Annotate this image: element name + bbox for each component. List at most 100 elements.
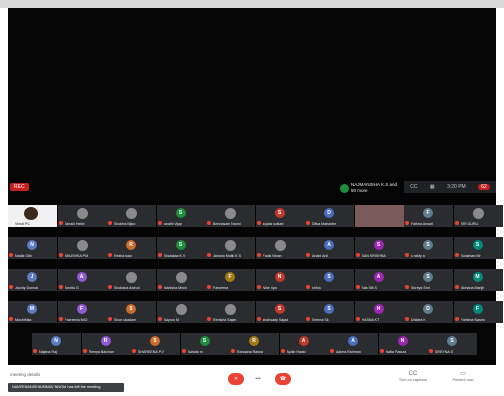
participant-tile[interactable]: D Ditsa Mahanbe [305, 205, 354, 227]
mic-muted-icon [157, 221, 162, 225]
participant-tile[interactable]: Janaki Hebb [57, 205, 107, 227]
participant-name: Bennasam Nanni [213, 222, 241, 226]
avatar: A [348, 336, 358, 346]
participant-tile[interactable]: Renisha Sajan [206, 301, 255, 323]
people-count-badge[interactable]: 62 [478, 184, 490, 190]
participant-name: Manisha Mech [163, 286, 187, 290]
participant-tile[interactable]: Shobana Anirud [107, 269, 156, 291]
avatar: F [423, 208, 433, 218]
participant-tile[interactable]: Vimal PC [8, 205, 57, 227]
captions-toggle-icon[interactable]: CC [410, 184, 417, 190]
participant-tile[interactable]: A Alla Siti S [354, 269, 404, 291]
participant-tile[interactable]: S SREYNA S [428, 333, 477, 355]
avatar: F [225, 272, 235, 282]
participant-name: Najana Raj [39, 350, 57, 354]
avatar [274, 240, 286, 251]
mic-muted-icon [108, 221, 112, 225]
participant-name: Janaki Hebb [64, 222, 85, 226]
mic-muted-icon [306, 253, 310, 257]
captions-label: Turn on captions [398, 378, 428, 382]
participant-tile[interactable]: Sswathi vijay [156, 205, 206, 227]
participant-tile[interactable]: S Seema Sk [305, 301, 354, 323]
participant-tile[interactable]: SRI GURU [453, 205, 503, 227]
participant-tile[interactable]: S SHAREENA P.V [131, 333, 180, 355]
participant-tile[interactable]: Jahana Malik K S [206, 237, 255, 259]
participant-tile[interactable]: R Remya Baichan [81, 333, 131, 355]
meeting-details-link[interactable]: meeting details [10, 372, 40, 377]
participant-tile[interactable]: H HASNA KT [354, 301, 404, 323]
participant-tile[interactable]: S Shalakaa K V [156, 237, 206, 259]
participant-tile[interactable]: S Shreya Shri [404, 269, 453, 291]
more-options-button[interactable]: ••• [250, 373, 266, 385]
top-strip [0, 0, 504, 8]
participant-tile[interactable]: F Fathima Nasrin [453, 301, 503, 323]
participant-tile[interactable]: S Shon ukadam [107, 301, 156, 323]
participant-name: Amrita G [64, 286, 79, 290]
avatar: N [51, 336, 61, 346]
participant-tile[interactable] [354, 205, 404, 227]
participant-tile[interactable]: A Aydin Haaki [279, 333, 329, 355]
participant-tile[interactable]: Bennasam Nanni [206, 205, 255, 227]
participant-tile[interactable]: D Dhidea K [404, 301, 453, 323]
participant-tile[interactable]: A Anabi Anil [305, 237, 354, 259]
avatar: S [126, 304, 136, 314]
avatar: H [373, 304, 384, 314]
avatar: N [397, 336, 408, 346]
participant-tile[interactable]: F Fatima Ansari [404, 205, 453, 227]
participant-name: Jaunty Donnal [15, 286, 38, 290]
participant-tile[interactable]: F Farseena [206, 269, 255, 291]
participant-tile[interactable]: M Mohana Manjh [453, 269, 503, 291]
participant-tile[interactable]: Sshiha [305, 269, 354, 291]
participant-tile[interactable]: R Ranaana Rasna [230, 333, 279, 355]
avatar: R [126, 240, 136, 250]
participant-tile[interactable]: Fadis Ninan [255, 237, 305, 259]
mic-muted-icon [454, 317, 459, 321]
participant-tile[interactable]: J Jaunty Donnal [8, 269, 57, 291]
participant-tile[interactable]: N Nadia Gibi [8, 237, 57, 259]
end-call-button[interactable]: ☎ [275, 373, 291, 385]
participant-name: Sayoor M [163, 318, 179, 322]
mic-muted-icon [405, 221, 409, 225]
avatar: S [324, 272, 334, 282]
mic-muted-icon [306, 221, 310, 225]
participant-tile[interactable]: N Nafla Faraza [378, 333, 428, 355]
grid-view-icon[interactable]: ▦ [430, 184, 435, 190]
participant-tile[interactable]: N Nihe riya [255, 269, 305, 291]
avatar: S [423, 240, 433, 250]
participant-name: Seema Sk [312, 318, 329, 322]
participant-name: Anabi Anil [312, 254, 328, 258]
participant-name: Ditsa Mahanbe [312, 222, 337, 226]
participant-name: s raMy a [411, 254, 425, 258]
participant-tile[interactable]: Sshahsady Sajad [255, 301, 305, 323]
participant-tile[interactable]: Manisha Mech [156, 269, 206, 291]
participant-tile[interactable]: Ss raMy a [404, 237, 453, 259]
participant-name: Aaima Rahman [336, 350, 361, 354]
present-now-button[interactable]: ▭ Present now [445, 370, 481, 386]
participant-tile[interactable]: S SAN KRISHNA [354, 237, 404, 259]
participant-tile[interactable]: F Fazreena MIO [57, 301, 107, 323]
participant-tile[interactable]: S Sulaiman Mr [453, 237, 503, 259]
participant-tile[interactable]: Sayoor M [156, 301, 206, 323]
participant-tile[interactable]: ANUSHKA PM [57, 237, 107, 259]
avatar [225, 208, 236, 219]
participant-tile[interactable]: N Najana Raj [32, 333, 81, 355]
avatar: J [27, 272, 37, 282]
participant-tile[interactable]: S Sahala m [180, 333, 230, 355]
participant-name [362, 221, 403, 227]
mic-muted-icon [256, 221, 261, 225]
self-video [24, 207, 38, 220]
participant-tile[interactable]: R Rekha kaur [107, 237, 156, 259]
mic-muted-icon [355, 317, 360, 321]
mic-off-button[interactable]: ✕ [228, 373, 244, 385]
captions-button[interactable]: CC Turn on captions [395, 370, 431, 386]
participant-tile[interactable]: A Amrita G [57, 269, 107, 291]
participant-name: Dhidea K [411, 318, 426, 322]
mic-muted-icon [256, 317, 261, 321]
mic-muted-icon [379, 349, 384, 353]
participant-tile[interactable]: A Aaima Rahman [329, 333, 378, 355]
participant-name: Farseena [213, 286, 229, 290]
mic-muted-icon [330, 349, 334, 353]
participant-tile[interactable]: Ssujata solkari [255, 205, 305, 227]
participant-tile[interactable]: M Mushthika [8, 301, 57, 323]
participant-tile[interactable]: Shobha Bijoo [107, 205, 156, 227]
